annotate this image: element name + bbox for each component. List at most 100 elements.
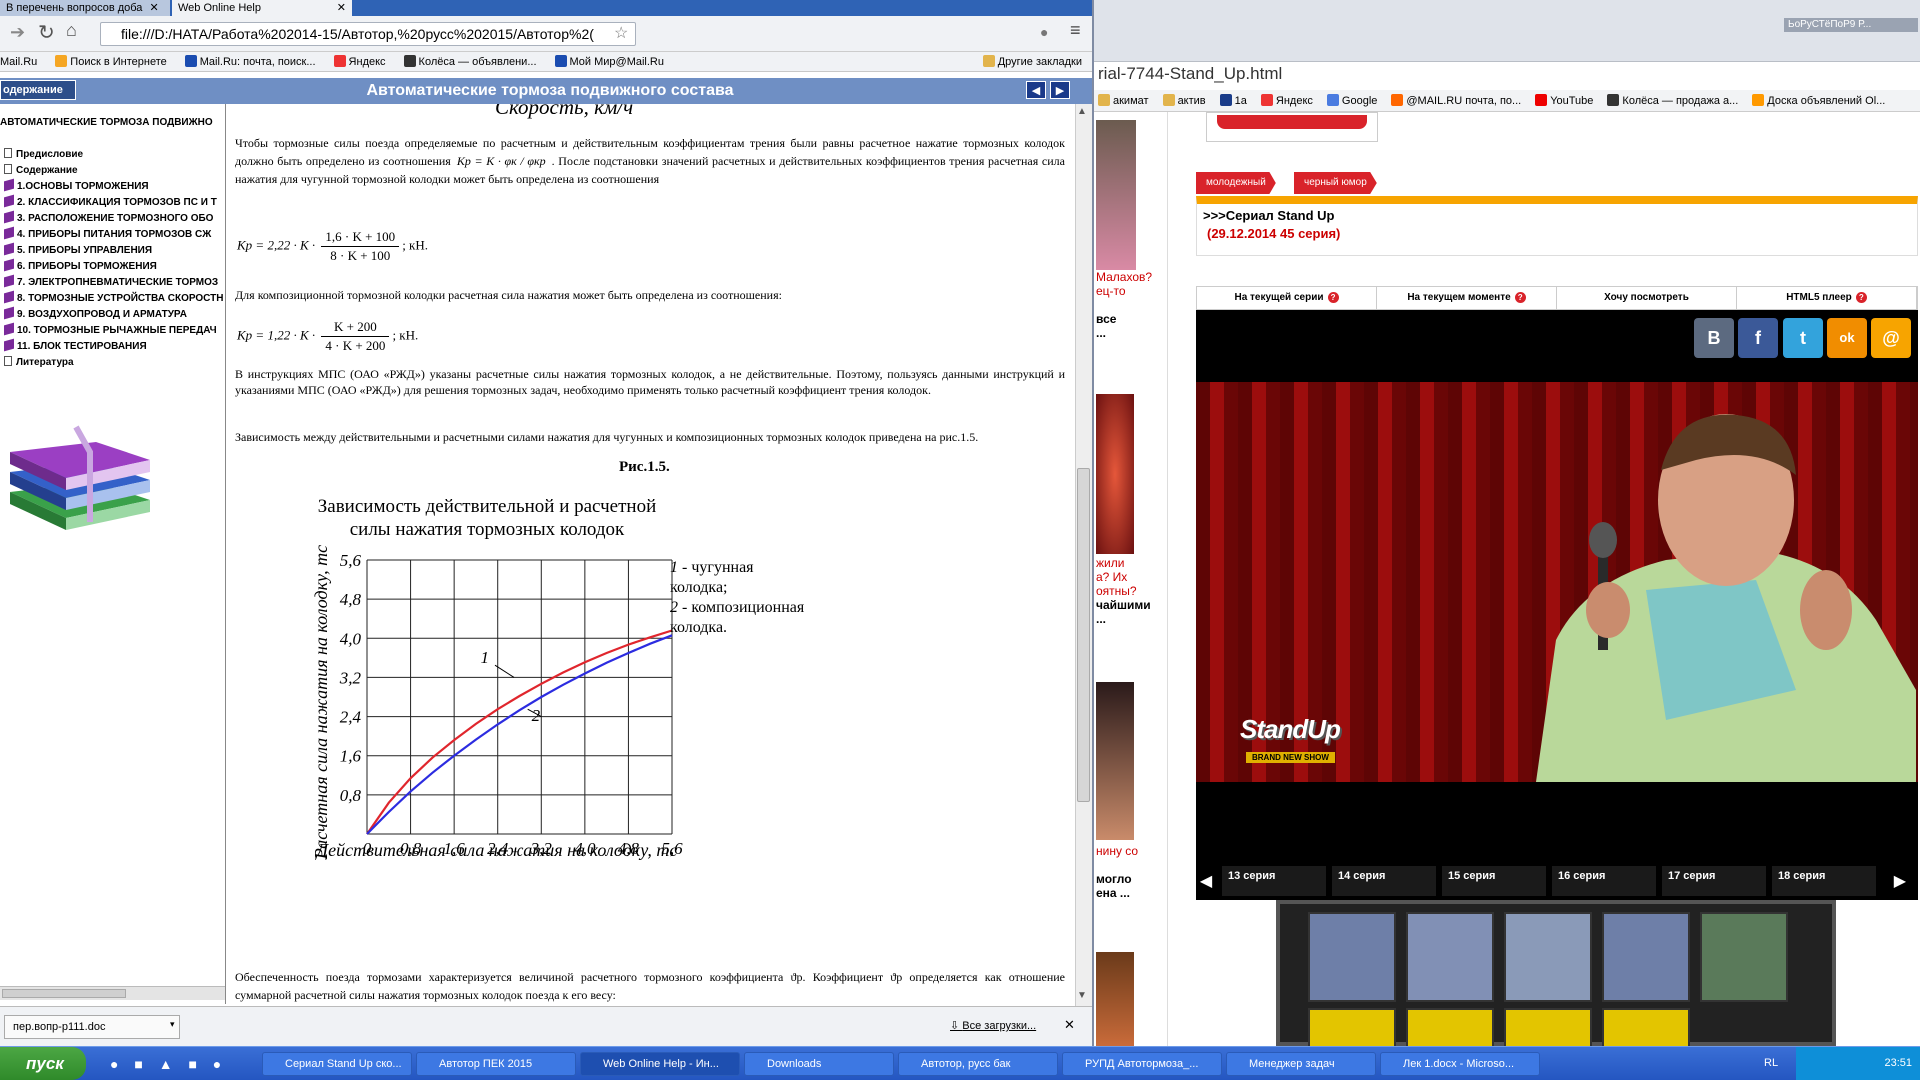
tab-current-episode[interactable]: На текущей серии?	[1197, 287, 1377, 309]
toc-item[interactable]: Предисловие	[4, 148, 83, 162]
bookmark-item[interactable]: Поиск в Интернете	[55, 55, 167, 68]
scroll-down-icon[interactable]: ▼	[1077, 990, 1087, 1001]
snippet[interactable]: Малахов?	[1096, 270, 1166, 284]
toc-item[interactable]: 6. ПРИБОРЫ ТОРМОЖЕНИЯ	[4, 258, 157, 274]
banner-graphic[interactable]	[1217, 115, 1367, 129]
thumb-image[interactable]	[1096, 682, 1134, 840]
snippet[interactable]: жили	[1096, 556, 1166, 570]
thumb-image[interactable]	[1096, 394, 1134, 554]
address-bar[interactable]: file:///D:/НАТА/Работа%202014-15/Автотор…	[100, 22, 636, 46]
close-icon[interactable]: ✕	[149, 2, 158, 14]
toc-hscroll-thumb[interactable]	[2, 989, 126, 998]
toc-item[interactable]: 7. ЭЛЕКТРОПНЕВМАТИЧЕСКИЕ ТОРМОЗ	[4, 274, 218, 290]
bookmark-item[interactable]: Яндекс	[333, 55, 386, 68]
tab-current-moment[interactable]: На текущем моменте?	[1377, 287, 1557, 309]
tab-html5-player[interactable]: HTML5 плеер?	[1737, 287, 1917, 309]
toc-item[interactable]: 3. РАСПОЛОЖЕНИЕ ТОРМОЗНОГО ОБО	[4, 210, 213, 226]
tag-molodezhny[interactable]: молодежный	[1196, 172, 1276, 194]
bookmark-item[interactable]: Mail.Ru	[0, 56, 37, 68]
bg-bookmark[interactable]: Google	[1326, 94, 1377, 107]
start-button[interactable]: пуск	[0, 1047, 86, 1080]
episode-item[interactable]: 14 серия	[1332, 866, 1436, 896]
next-arrow-icon[interactable]: ▶	[1876, 871, 1906, 891]
tag-cherny-yumor[interactable]: черный юмор	[1294, 172, 1377, 194]
bookmark-item[interactable]: Mail.Ru: почта, поиск...	[184, 55, 316, 68]
toc-item[interactable]: 4. ПРИБОРЫ ПИТАНИЯ ТОРМОЗОВ СЖ	[4, 226, 211, 242]
taskbar-button[interactable]: Сериал Stand Up ско...	[262, 1052, 412, 1076]
forward-icon[interactable]: ➔	[10, 22, 25, 43]
thumb-image[interactable]	[1096, 952, 1134, 1046]
tab-want-watch[interactable]: Хочу посмотреть	[1557, 287, 1737, 309]
slot-machine-ad[interactable]	[1276, 900, 1836, 1048]
reload-icon[interactable]: ↻	[38, 20, 55, 45]
taskbar-button[interactable]: РУПД Автотормоза_...	[1062, 1052, 1222, 1076]
contents-button[interactable]: одержание	[0, 80, 76, 100]
toc-item[interactable]: 10. ТОРМОЗНЫЕ РЫЧАЖНЫЕ ПЕРЕДАЧ	[4, 322, 217, 338]
share-twitter-button[interactable]: t	[1783, 318, 1823, 358]
taskbar-button[interactable]: Автотор, русс бак	[898, 1052, 1058, 1076]
taskbar-button[interactable]: Downloads	[744, 1052, 894, 1076]
language-indicator[interactable]: RL	[1764, 1057, 1778, 1069]
share-mail-button[interactable]: @	[1871, 318, 1911, 358]
taskbar-button[interactable]: Менеджер задач	[1226, 1052, 1376, 1076]
content-vscroll-thumb[interactable]	[1077, 468, 1090, 802]
episode-item[interactable]: 17 серия	[1662, 866, 1766, 896]
share-ok-button[interactable]: ok	[1827, 318, 1867, 358]
chevron-down-icon[interactable]: ▾	[170, 1019, 175, 1030]
bookmark-item[interactable]: Колёса — объявлени...	[403, 55, 537, 68]
episode-item[interactable]: 18 серия	[1772, 866, 1876, 896]
episode-item[interactable]: 13 серия	[1222, 866, 1326, 896]
snippet[interactable]: оятны?	[1096, 584, 1166, 598]
bg-bookmark[interactable]: Доска объявлений Ol...	[1752, 94, 1885, 107]
bg-url[interactable]: rial-7744-Stand_Up.html	[1098, 64, 1920, 86]
all-downloads-link[interactable]: ⇩ Все загрузки...	[950, 1019, 1036, 1032]
extension-icon[interactable]: ●	[1040, 24, 1048, 40]
snippet[interactable]: а? Их	[1096, 570, 1166, 584]
toc-item[interactable]: 9. ВОЗДУХОПРОВОД И АРМАТУРА	[4, 306, 187, 322]
taskbar-button-active[interactable]: Web Online Help - Ин...	[580, 1052, 740, 1076]
close-icon[interactable]: ✕	[1064, 1017, 1075, 1033]
toc-item[interactable]: 11. БЛОК ТЕСТИРОВАНИЯ	[4, 338, 147, 354]
episode-item[interactable]: 15 серия	[1442, 866, 1546, 896]
bg-bookmark[interactable]: Колёса — продажа а...	[1607, 94, 1738, 107]
snippet[interactable]: нину со	[1096, 844, 1166, 858]
toc-item[interactable]: 8. ТОРМОЗНЫЕ УСТРОЙСТВА СКОРОСТН	[4, 290, 223, 306]
announcement-title[interactable]: >>>Сериал Stand Up	[1203, 208, 1334, 223]
share-vk-button[interactable]: B	[1694, 318, 1734, 358]
toc-root[interactable]: АВТОМАТИЧЕСКИЕ ТОРМОЗА ПОДВИЖНО	[0, 116, 213, 130]
bg-bookmark[interactable]: 1а	[1219, 94, 1247, 107]
close-icon[interactable]: ✕	[337, 0, 346, 16]
toc-item[interactable]: 1.ОСНОВЫ ТОРМОЖЕНИЯ	[4, 178, 149, 194]
quick-launch-icons[interactable]: ● ■ ▲ ■ ●	[110, 1056, 227, 1072]
toc-item[interactable]: 5. ПРИБОРЫ УПРАВЛЕНИЯ	[4, 242, 152, 258]
download-item[interactable]: пер.вопр-р111.doc	[4, 1015, 180, 1039]
star-icon[interactable]: ☆	[614, 23, 628, 43]
scroll-up-icon[interactable]: ▲	[1077, 106, 1087, 117]
bg-bookmark[interactable]: актив	[1162, 94, 1206, 107]
snippet[interactable]: ец-то	[1096, 284, 1166, 298]
taskbar-button[interactable]: Автотор ПЕК 2015	[416, 1052, 576, 1076]
bg-bookmark[interactable]: YouTube	[1535, 94, 1593, 107]
other-bookmarks[interactable]: Другие закладки	[982, 55, 1082, 68]
browser-tab[interactable]: В перечень вопросов доба ✕	[0, 0, 170, 16]
bookmark-item[interactable]: Мой Мир@Mail.Ru	[554, 55, 664, 68]
toc-item[interactable]: Литература	[4, 356, 74, 370]
bg-bookmark[interactable]: @MAIL.RU почта, по...	[1391, 94, 1521, 107]
share-facebook-button[interactable]: f	[1738, 318, 1778, 358]
menu-icon[interactable]: ≡	[1070, 20, 1081, 41]
clock[interactable]: 23:51	[1884, 1057, 1912, 1069]
video-player[interactable]: StandUp BRAND NEW SHOW	[1196, 310, 1918, 900]
prev-page-button[interactable]: ◀	[1026, 81, 1046, 99]
home-icon[interactable]: ⌂	[66, 20, 77, 41]
toc-item[interactable]: 2. КЛАССИФИКАЦИЯ ТОРМОЗОВ ПС И Т	[4, 194, 217, 210]
browser-tab-active[interactable]: Web Online Help ✕	[172, 0, 352, 16]
next-page-button[interactable]: ▶	[1050, 81, 1070, 99]
taskbar-button[interactable]: Лек 1.docx - Microso...	[1380, 1052, 1540, 1076]
toc-item[interactable]: Содержание	[4, 164, 78, 178]
episode-item[interactable]: 16 серия	[1552, 866, 1656, 896]
bg-bookmark[interactable]: акимат	[1098, 94, 1149, 107]
prev-arrow-icon[interactable]: ◀	[1196, 871, 1216, 891]
toc-hscroll[interactable]	[0, 986, 225, 1000]
thumb-image[interactable]	[1096, 120, 1136, 270]
bg-bookmark[interactable]: Яндекс	[1260, 94, 1313, 107]
